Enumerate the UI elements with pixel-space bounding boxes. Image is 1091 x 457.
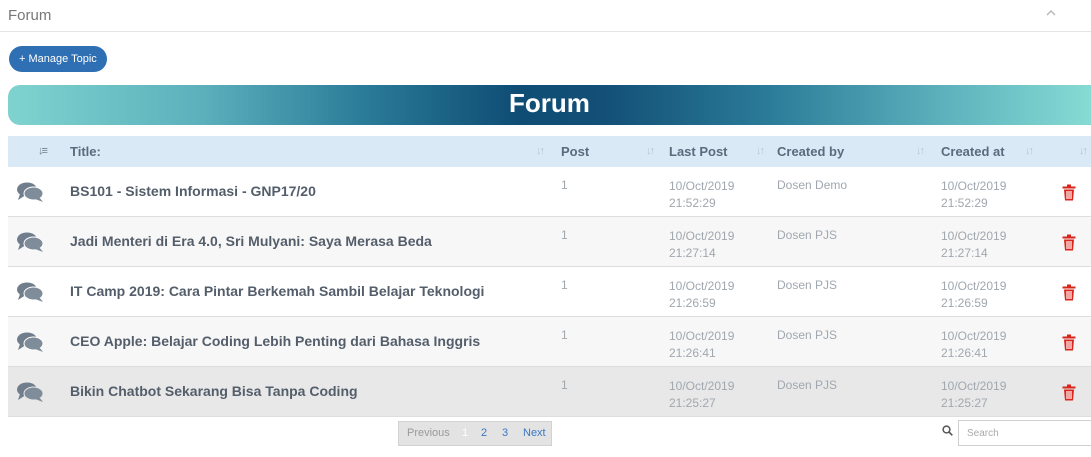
table-row[interactable]: IT Camp 2019: Cara Pintar Berkemah Sambi…	[8, 267, 1091, 317]
table-row[interactable]: CEO Apple: Belajar Coding Lebih Penting …	[8, 317, 1091, 367]
panel-header: Forum	[0, 0, 1091, 32]
created-at-date: 10/Oct/2019 21:27:14	[941, 229, 1007, 260]
pagination-page-3[interactable]: 3	[502, 422, 508, 445]
topic-title[interactable]: CEO Apple: Belajar Coding Lebih Penting …	[70, 333, 480, 349]
chat-bubbles-icon	[17, 232, 44, 252]
chevron-up-icon[interactable]	[1044, 6, 1058, 20]
pagination-page-1[interactable]: 1	[462, 422, 468, 445]
sort-icon[interactable]: ↓↑	[536, 145, 545, 157]
forum-table: ↓≡ Title: ↓↑ Post ↓↑ Last Post ↓↑ Create…	[8, 136, 1091, 417]
column-header-created-at[interactable]: Created at	[941, 144, 1005, 159]
sort-icon[interactable]: ↓↑	[646, 145, 655, 157]
column-header-title[interactable]: Title:	[70, 144, 101, 159]
trash-icon[interactable]	[1062, 234, 1076, 251]
sort-icon[interactable]: ↓↑	[756, 145, 765, 157]
banner-title: Forum	[509, 88, 590, 118]
created-by: Dosen PJS	[777, 278, 838, 292]
chat-bubbles-icon	[17, 332, 44, 352]
sort-icon[interactable]: ↓↑	[1079, 145, 1088, 157]
topic-title[interactable]: IT Camp 2019: Cara Pintar Berkemah Sambi…	[70, 283, 484, 299]
created-at-date: 10/Oct/2019 21:52:29	[941, 179, 1007, 210]
chat-bubbles-icon	[17, 182, 44, 202]
last-post-date: 10/Oct/2019 21:26:59	[669, 279, 735, 310]
trash-icon[interactable]	[1062, 284, 1076, 301]
pagination-previous[interactable]: Previous	[407, 422, 450, 445]
pagination-page-2[interactable]: 2	[481, 422, 487, 445]
column-header-last-post[interactable]: Last Post	[669, 144, 728, 159]
last-post-date: 10/Oct/2019 21:27:14	[669, 229, 735, 260]
topic-title[interactable]: BS101 - Sistem Informasi - GNP17/20	[70, 183, 316, 199]
topic-title[interactable]: Bikin Chatbot Sekarang Bisa Tanpa Coding	[70, 383, 358, 399]
chat-bubbles-icon	[17, 382, 44, 402]
sort-icon[interactable]: ↓≡	[38, 145, 48, 157]
table-row[interactable]: BS101 - Sistem Informasi - GNP17/20 1 10…	[8, 167, 1091, 217]
trash-icon[interactable]	[1062, 384, 1076, 401]
table-row[interactable]: Bikin Chatbot Sekarang Bisa Tanpa Coding…	[8, 367, 1091, 417]
forum-banner: Forum	[8, 85, 1091, 125]
pagination: Previous 1 2 3 Next	[398, 421, 552, 446]
trash-icon[interactable]	[1062, 184, 1076, 201]
search-input[interactable]	[958, 420, 1091, 446]
last-post-date: 10/Oct/2019 21:26:41	[669, 329, 735, 360]
created-at-date: 10/Oct/2019 21:26:41	[941, 329, 1007, 360]
post-count: 1	[561, 328, 568, 342]
pagination-next[interactable]: Next	[523, 422, 546, 445]
magnifier-icon	[942, 425, 953, 436]
last-post-date: 10/Oct/2019 21:52:29	[669, 179, 735, 210]
post-count: 1	[561, 278, 568, 292]
table-header: ↓≡ Title: ↓↑ Post ↓↑ Last Post ↓↑ Create…	[8, 136, 1091, 167]
topic-title[interactable]: Jadi Menteri di Era 4.0, Sri Mulyani: Sa…	[70, 233, 432, 249]
column-header-post[interactable]: Post	[561, 144, 589, 159]
table-body: BS101 - Sistem Informasi - GNP17/20 1 10…	[8, 167, 1091, 417]
trash-icon[interactable]	[1062, 334, 1076, 351]
created-at-date: 10/Oct/2019 21:25:27	[941, 379, 1007, 410]
created-by: Dosen PJS	[777, 378, 838, 392]
manage-topic-button[interactable]: + Manage Topic	[9, 46, 107, 72]
created-by: Dosen PJS	[777, 328, 838, 342]
table-row[interactable]: Jadi Menteri di Era 4.0, Sri Mulyani: Sa…	[8, 217, 1091, 267]
column-header-created-by[interactable]: Created by	[777, 144, 844, 159]
created-at-date: 10/Oct/2019 21:26:59	[941, 279, 1007, 310]
sort-icon[interactable]: ↓↑	[916, 145, 925, 157]
post-count: 1	[561, 178, 568, 192]
created-by: Dosen Demo	[777, 178, 848, 192]
last-post-date: 10/Oct/2019 21:25:27	[669, 379, 735, 410]
created-by: Dosen PJS	[777, 228, 838, 242]
chat-bubbles-icon	[17, 282, 44, 302]
panel-title: Forum	[8, 7, 52, 24]
sort-icon[interactable]: ↓↑	[1025, 145, 1034, 157]
post-count: 1	[561, 228, 568, 242]
post-count: 1	[561, 378, 568, 392]
